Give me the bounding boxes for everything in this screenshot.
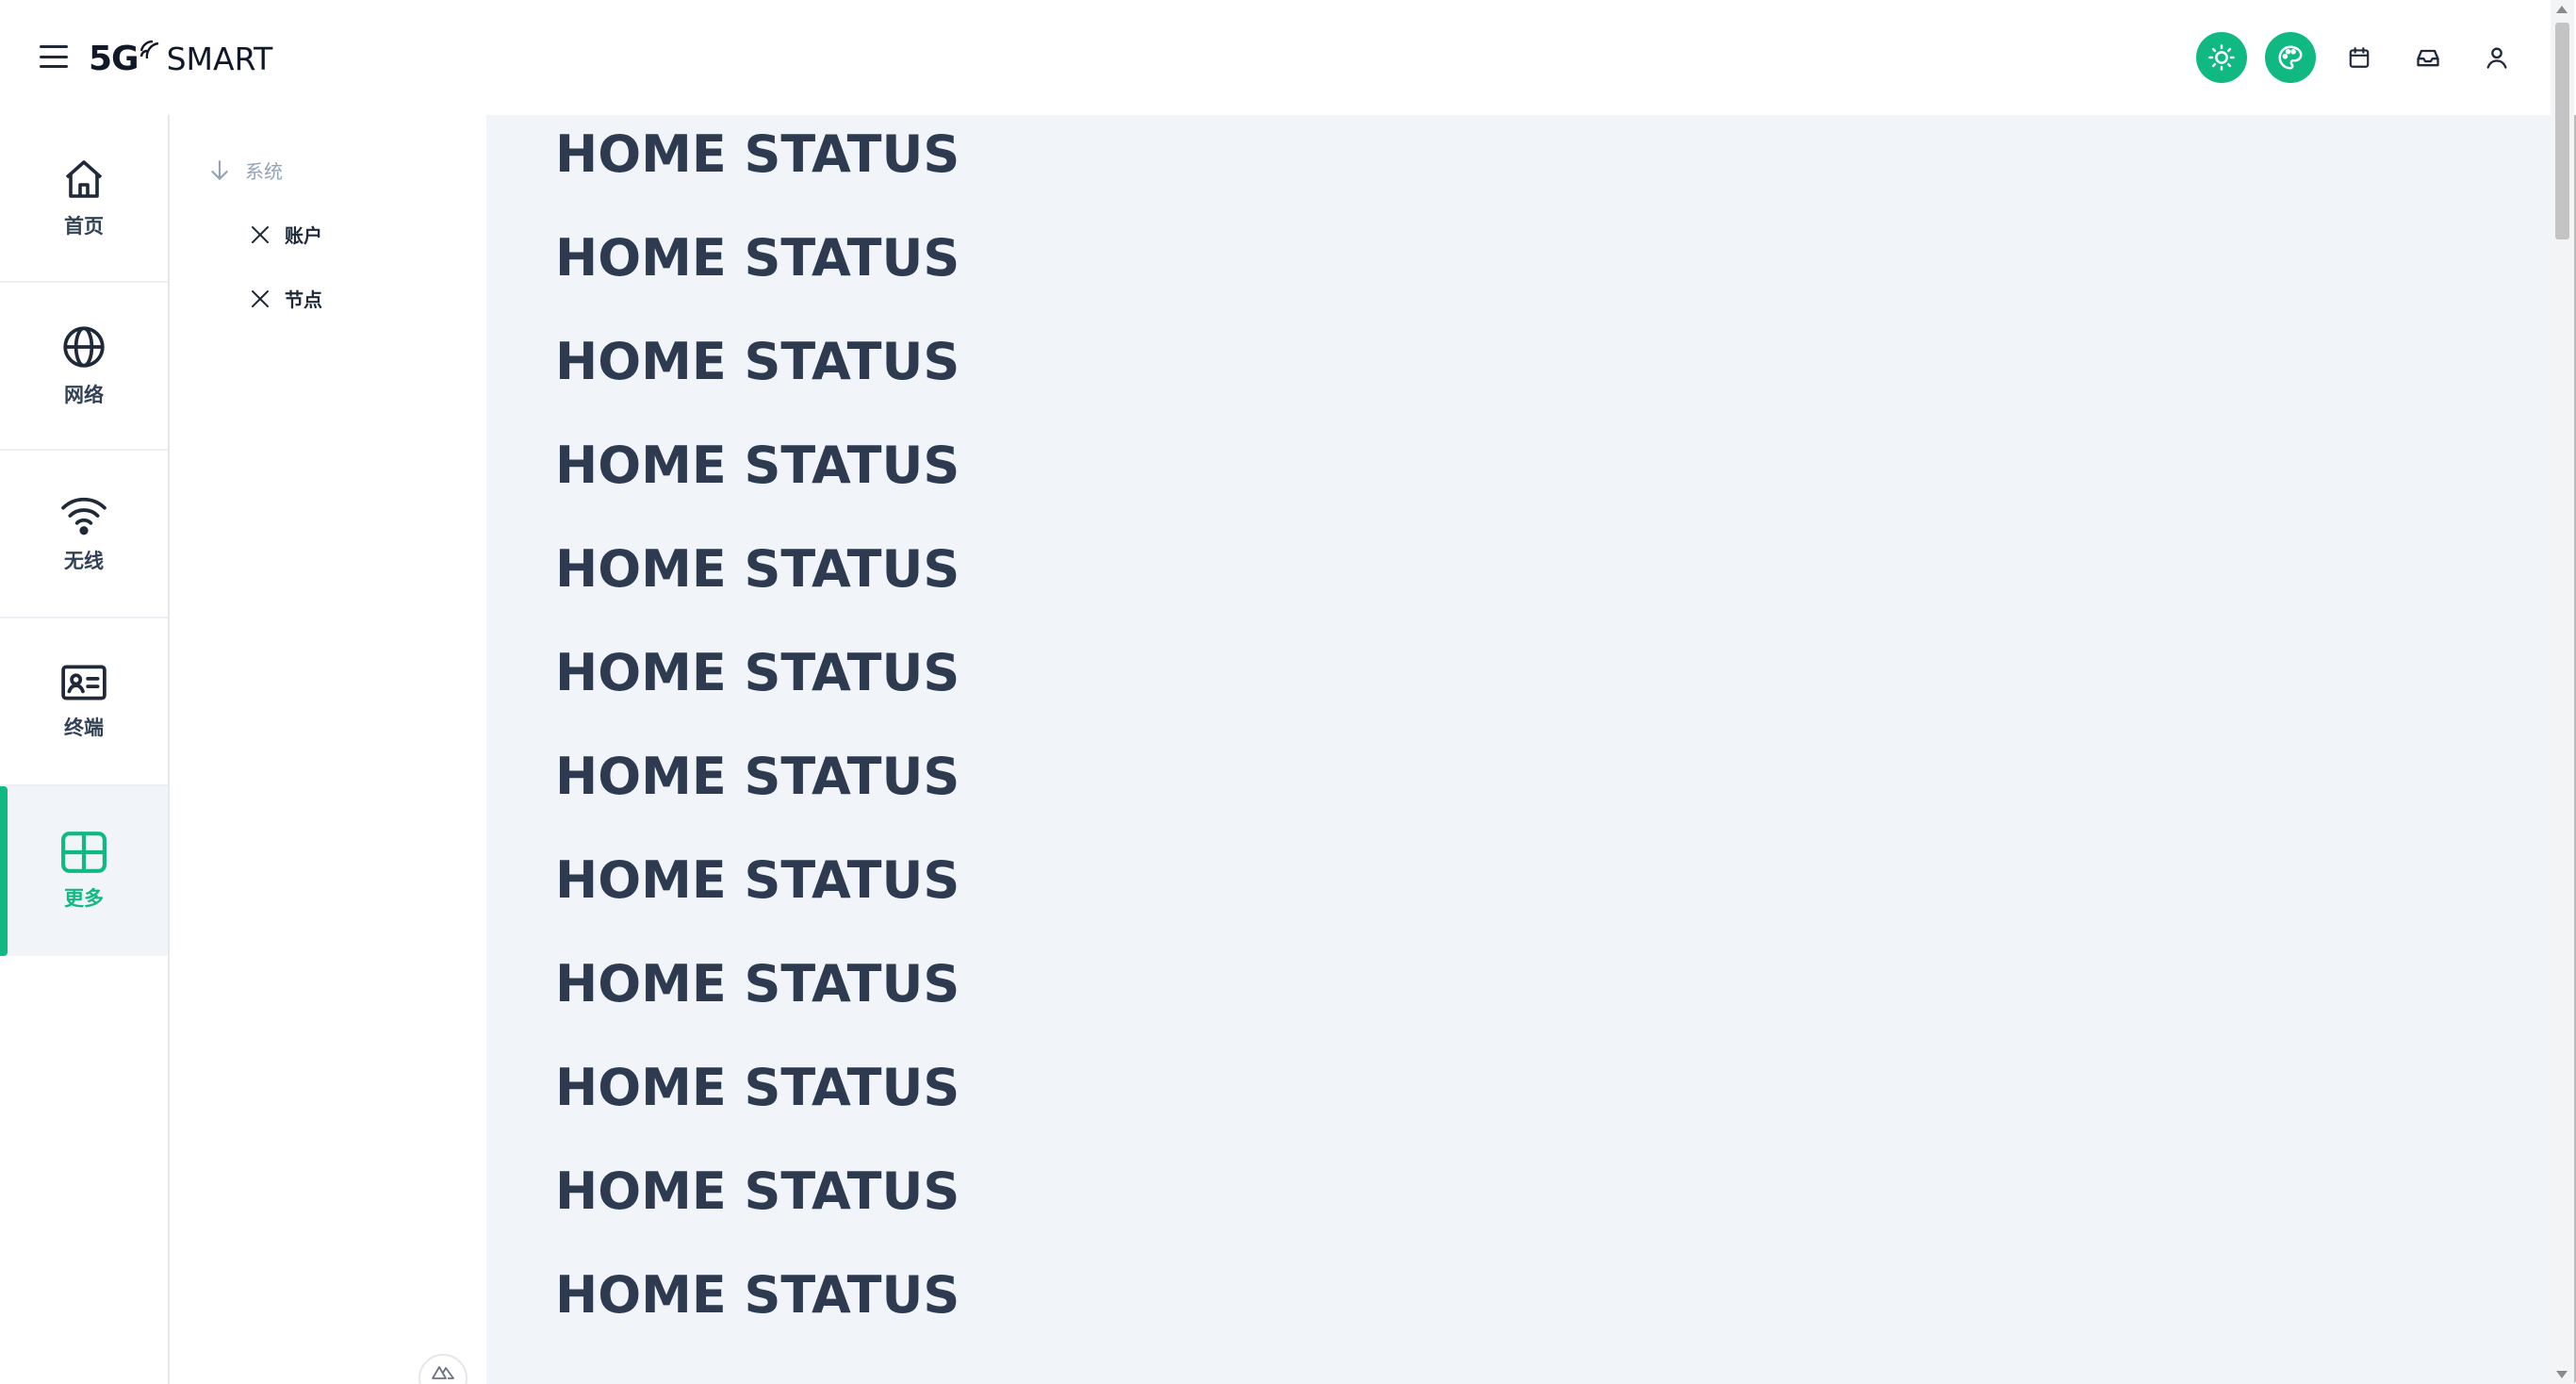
status-heading: HOME STATUS — [555, 850, 960, 910]
scrollbar-thumb[interactable] — [2555, 23, 2569, 239]
status-heading: HOME STATUS — [555, 1162, 960, 1221]
nav-item-network[interactable]: 网络 — [0, 283, 168, 449]
status-heading: HOME STATUS — [555, 332, 960, 391]
nav-item-home[interactable]: 首页 — [0, 115, 168, 281]
status-heading: HOME STATUS — [555, 1058, 960, 1117]
page-scrollbar[interactable] — [2551, 0, 2574, 1384]
nav-item-more[interactable]: 更多 — [0, 786, 168, 956]
nav-item-terminal[interactable]: 终端 — [0, 618, 168, 784]
submenu-item-account[interactable]: 账户 — [249, 221, 322, 248]
submenu-item-label: 账户 — [285, 224, 322, 247]
inbox-button[interactable] — [2403, 32, 2453, 83]
status-heading: HOME STATUS — [555, 539, 960, 599]
calendar-button[interactable] — [2334, 32, 2385, 83]
brand-badge: 5G — [89, 39, 139, 78]
nav-label: 更多 — [64, 887, 104, 910]
status-heading: HOME STATUS — [555, 643, 960, 702]
nuxt-logo-icon — [432, 1366, 454, 1379]
nav-label: 终端 — [64, 717, 104, 739]
status-heading: HOME STATUS — [555, 436, 960, 495]
main-content: HOME STATUS HOME STATUS HOME STATUS HOME… — [486, 115, 2551, 1384]
nav-item-wireless[interactable]: 无线 — [0, 451, 168, 617]
status-heading: HOME STATUS — [555, 747, 960, 806]
theme-toggle-button[interactable] — [2196, 32, 2247, 83]
user-button[interactable] — [2471, 32, 2522, 83]
arrow-down-icon — [211, 159, 228, 180]
submenu-panel: 系统 账户 节点 — [170, 115, 486, 1384]
palette-button[interactable] — [2265, 32, 2316, 83]
nav-label: 网络 — [64, 384, 104, 406]
status-heading: HOME STATUS — [555, 228, 960, 288]
status-heading: HOME STATUS — [555, 124, 960, 184]
grid-icon — [61, 832, 107, 873]
palette-icon — [2278, 45, 2303, 70]
globe-icon — [63, 326, 105, 368]
home-icon — [65, 160, 103, 198]
nav-label: 首页 — [64, 215, 104, 238]
id-card-icon — [61, 665, 107, 700]
scroll-down-arrow-icon[interactable] — [2556, 1371, 2568, 1378]
top-header: 5G SMART — [0, 0, 2576, 115]
nav-label: 无线 — [64, 550, 104, 572]
submenu-group-system[interactable]: 系统 — [207, 157, 283, 184]
brand-name: SMART — [166, 40, 273, 77]
primary-nav: 首页 网络 无线 终端 更多 — [0, 115, 170, 1384]
submenu-item-label: 节点 — [285, 288, 322, 311]
wifi-icon — [61, 497, 107, 535]
close-icon — [252, 289, 269, 307]
inbox-icon — [2417, 49, 2439, 67]
status-heading: HOME STATUS — [555, 1265, 960, 1325]
calendar-icon — [2349, 47, 2370, 68]
user-icon — [2486, 47, 2507, 69]
active-indicator — [0, 786, 8, 956]
close-icon — [252, 225, 269, 243]
status-heading: HOME STATUS — [555, 954, 960, 1013]
scroll-up-arrow-icon[interactable] — [2556, 6, 2568, 13]
hamburger-menu-icon[interactable] — [40, 45, 68, 68]
submenu-item-node[interactable]: 节点 — [249, 285, 322, 312]
sun-icon — [2208, 44, 2235, 71]
signal-wave-icon — [139, 40, 159, 59]
submenu-group-label: 系统 — [245, 160, 283, 183]
brand-logo[interactable]: 5G SMART — [89, 38, 272, 79]
